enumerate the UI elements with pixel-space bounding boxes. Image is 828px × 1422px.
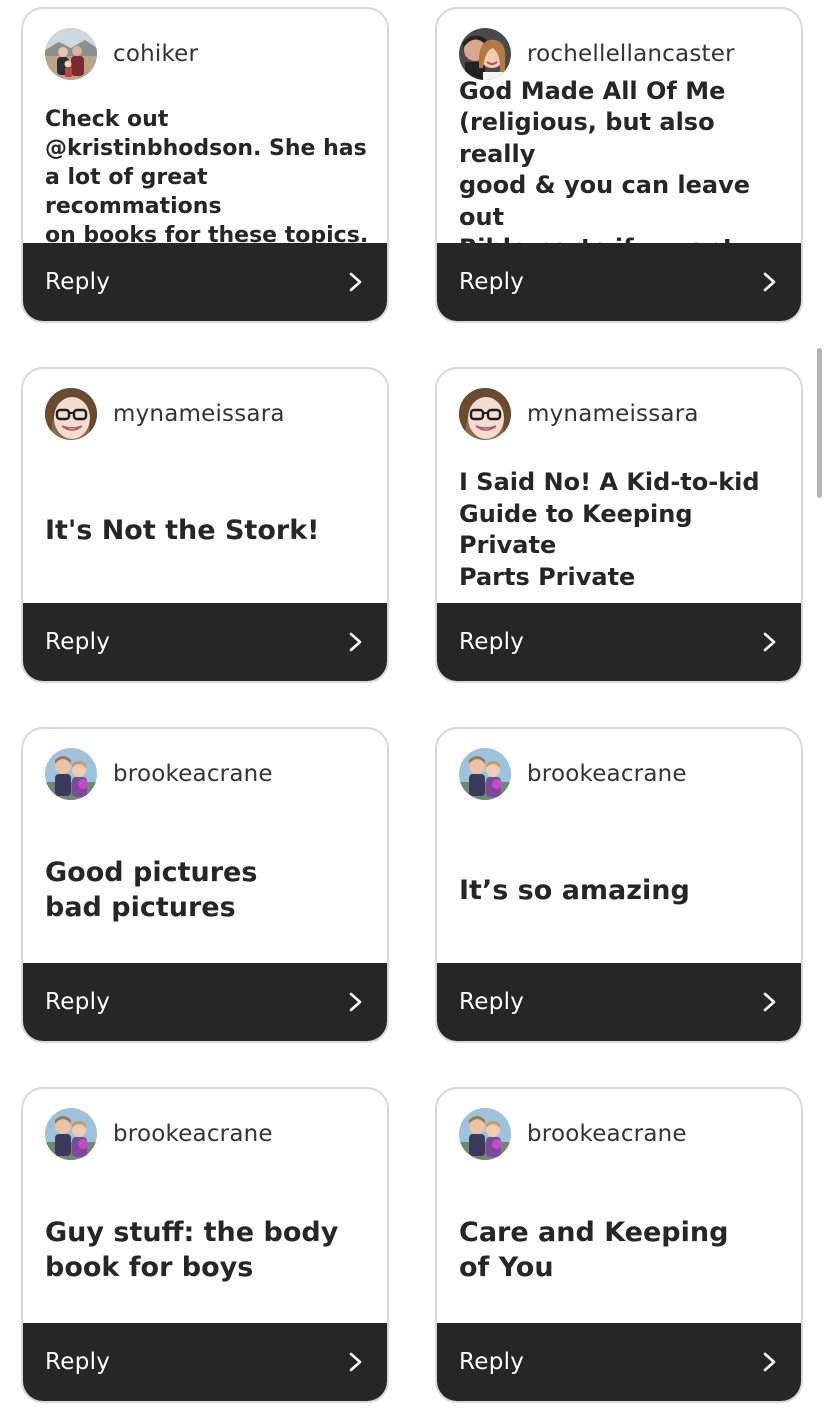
woman-glasses-avatar-icon [45, 388, 97, 440]
chevron-right-icon [763, 632, 776, 652]
comment-text: Care and Keeping of You [459, 1217, 729, 1283]
reply-card: mynameissara It's Not the Stork! Reply [21, 367, 389, 683]
chevron-right-icon [763, 992, 776, 1012]
comment-text: It's Not the Stork! [45, 514, 320, 546]
reply-card: cohiker Check out @kristinbhodson. She h… [21, 7, 389, 323]
children-avatar-icon [459, 748, 511, 800]
reply-button[interactable]: Reply [23, 963, 387, 1041]
family-photo-avatar-icon [45, 28, 97, 80]
username[interactable]: mynameissara [113, 401, 285, 427]
card-header: brookeacrane [459, 747, 687, 801]
card-header: mynameissara [459, 387, 699, 441]
avatar[interactable] [45, 748, 97, 800]
card-header: mynameissara [45, 387, 285, 441]
username[interactable]: brookeacrane [527, 1121, 687, 1147]
comment-text: Good pictures bad pictures [45, 857, 258, 923]
reply-card: rochellellancaster God Made All Of Me (r… [435, 7, 803, 323]
reply-button[interactable]: Reply [23, 1323, 387, 1401]
avatar[interactable] [45, 1108, 97, 1160]
reply-button[interactable]: Reply [23, 603, 387, 681]
reply-button[interactable]: Reply [437, 1323, 801, 1401]
username[interactable]: brookeacrane [113, 761, 273, 787]
reply-label: Reply [45, 1349, 111, 1375]
reply-button[interactable]: Reply [437, 603, 801, 681]
chevron-right-icon [349, 272, 362, 292]
children-avatar-icon [45, 1108, 97, 1160]
username[interactable]: cohiker [113, 41, 198, 67]
avatar[interactable] [459, 748, 511, 800]
card-header: brookeacrane [459, 1107, 687, 1161]
reply-button[interactable]: Reply [437, 243, 801, 321]
card-header: rochellellancaster [459, 27, 735, 81]
chevron-right-icon [763, 272, 776, 292]
chevron-right-icon [349, 992, 362, 1012]
avatar[interactable] [45, 28, 97, 80]
username[interactable]: mynameissara [527, 401, 699, 427]
card-header: brookeacrane [45, 1107, 273, 1161]
comment-text: It’s so amazing [459, 874, 690, 906]
reply-card: brookeacrane Care and Keeping of You Rep… [435, 1087, 803, 1403]
children-avatar-icon [45, 748, 97, 800]
chevron-right-icon [349, 1352, 362, 1372]
chevron-right-icon [349, 632, 362, 652]
reply-card: brookeacrane Guy stuff: the body book fo… [21, 1087, 389, 1403]
reply-card: brookeacrane It’s so amazing Reply [435, 727, 803, 1043]
avatar[interactable] [459, 28, 511, 80]
reply-label: Reply [459, 1349, 525, 1375]
reply-button[interactable]: Reply [23, 243, 387, 321]
card-header: cohiker [45, 27, 198, 81]
comment-text: Guy stuff: the body book for boys [45, 1217, 339, 1283]
chevron-right-icon [763, 1352, 776, 1372]
reply-label: Reply [459, 269, 525, 295]
reply-card: brookeacrane Good pictures bad pictures … [21, 727, 389, 1043]
vertical-scrollbar[interactable] [817, 348, 822, 498]
reply-card-grid: cohiker Check out @kristinbhodson. She h… [0, 0, 828, 1422]
reply-card: mynameissara I Said No! A Kid-to-kid Gui… [435, 367, 803, 683]
reply-button[interactable]: Reply [437, 963, 801, 1041]
reply-label: Reply [459, 629, 525, 655]
avatar[interactable] [459, 388, 511, 440]
reply-label: Reply [45, 269, 111, 295]
comment-text: God Made All Of Me (religious, but also … [459, 76, 751, 263]
comment-text: Check out @kristinbhodson. She has a lot… [45, 107, 369, 248]
comment-text: I Said No! A Kid-to-kid Guide to Keeping… [459, 468, 760, 591]
reply-label: Reply [45, 629, 111, 655]
username[interactable]: rochellellancaster [527, 41, 735, 67]
avatar[interactable] [45, 388, 97, 440]
username[interactable]: brookeacrane [113, 1121, 273, 1147]
card-header: brookeacrane [45, 747, 273, 801]
reply-label: Reply [45, 989, 111, 1015]
woman-glasses-avatar-icon [459, 388, 511, 440]
avatar[interactable] [459, 1108, 511, 1160]
couple-selfie-avatar-icon [459, 28, 511, 80]
username[interactable]: brookeacrane [527, 761, 687, 787]
reply-label: Reply [459, 989, 525, 1015]
children-avatar-icon [459, 1108, 511, 1160]
